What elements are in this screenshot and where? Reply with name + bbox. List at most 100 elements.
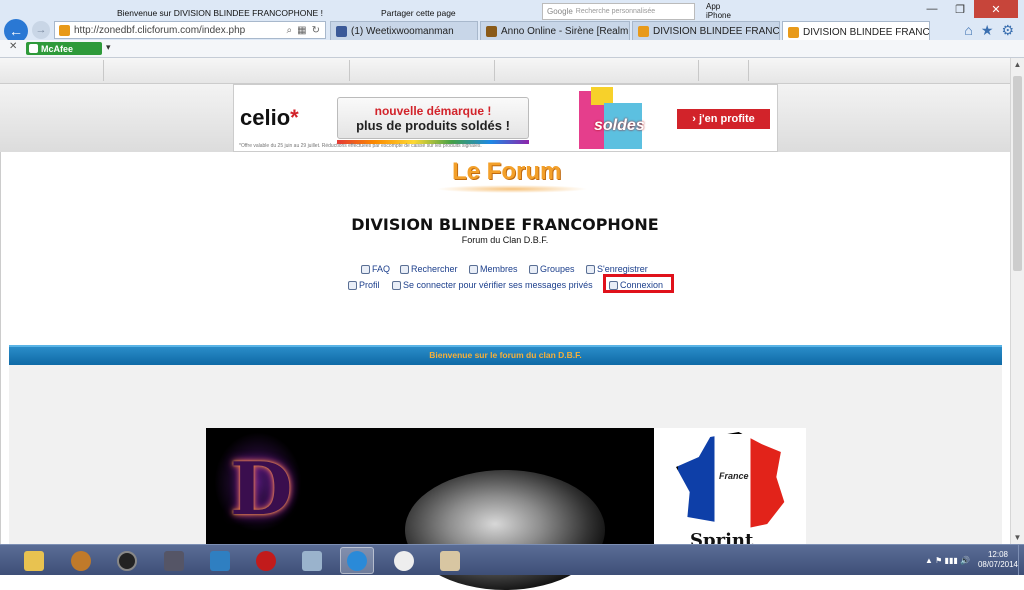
profile-icon bbox=[348, 280, 357, 290]
tab-forum-1[interactable]: DIVISION BLINDEE FRANCOPH... bbox=[632, 21, 780, 40]
share-page-link[interactable]: Partager cette page bbox=[381, 8, 456, 18]
profile-label: Profil bbox=[359, 280, 380, 290]
tray-icons[interactable]: ▲ ⚑ ▮▮▮ 🔊 bbox=[925, 556, 970, 565]
divider bbox=[349, 60, 350, 81]
store-app-icon[interactable] bbox=[203, 547, 237, 574]
internet-explorer-icon[interactable] bbox=[340, 547, 374, 574]
ad-fineprint: *Offre valable du 25 juin au 29 juillet.… bbox=[239, 143, 482, 149]
speaker-app-icon[interactable] bbox=[110, 547, 144, 574]
scrollbar-thumb[interactable] bbox=[1013, 76, 1022, 271]
facebook-icon bbox=[336, 25, 347, 37]
tab-label: (1) Weetixwoomanman bbox=[351, 25, 454, 37]
register-icon bbox=[586, 264, 595, 274]
paint-icon[interactable] bbox=[433, 547, 467, 574]
forum-icon bbox=[638, 25, 649, 37]
refresh-icon[interactable]: ↻ bbox=[312, 25, 320, 36]
clock-time: 12:08 bbox=[987, 550, 1008, 559]
address-text[interactable]: http://zonedbf.clicforum.com/index.php bbox=[74, 25, 245, 36]
divider bbox=[103, 60, 104, 81]
home-icon[interactable]: ⌂ bbox=[964, 22, 972, 39]
ad-headline-2: plus de produits soldés ! bbox=[356, 118, 510, 133]
power-app-icon[interactable] bbox=[249, 547, 283, 574]
category-header-bar: Bienvenue sur le forum du clan D.B.F. bbox=[9, 345, 1002, 365]
clock[interactable]: 12:08 08/07/2014 bbox=[978, 550, 1018, 570]
groups-icon bbox=[529, 264, 538, 274]
brand-star: * bbox=[290, 105, 299, 130]
close-toolbar-icon[interactable]: ✕ bbox=[9, 41, 17, 52]
site-title: DIVISION BLINDEE FRANCOPHONE bbox=[351, 215, 659, 234]
minimize-button[interactable]: — bbox=[918, 0, 946, 18]
compat-view-icon[interactable]: ▦ bbox=[297, 25, 306, 36]
groups-link[interactable]: Groupes bbox=[529, 264, 575, 274]
windows-taskbar: ▲ ⚑ ▮▮▮ 🔊 12:08 08/07/2014 bbox=[0, 544, 1024, 575]
register-label: S'enregistrer bbox=[597, 264, 648, 274]
tools-gear-icon[interactable]: ⚙ bbox=[1001, 22, 1014, 39]
forum-top-bar bbox=[0, 58, 1024, 84]
tab-forum-active[interactable]: DIVISION BLINDEE FRANCO... ✕ bbox=[782, 21, 930, 42]
favorites-star-icon[interactable]: ★ bbox=[981, 22, 994, 39]
celio-logo: celio* bbox=[240, 105, 299, 131]
anno-icon bbox=[486, 25, 497, 37]
divider bbox=[748, 60, 749, 81]
site-favicon-icon bbox=[59, 24, 70, 36]
media-app-icon[interactable] bbox=[157, 547, 191, 574]
faq-label: FAQ bbox=[372, 264, 391, 274]
tab-label: DIVISION BLINDEE FRANCOPH... bbox=[653, 25, 780, 37]
close-window-button[interactable]: ✕ bbox=[974, 0, 1018, 18]
mcafee-label: McAfee bbox=[41, 43, 74, 54]
register-link[interactable]: S'enregistrer bbox=[586, 264, 648, 274]
mcafee-toolbar: ✕ McAfee ▾ bbox=[0, 40, 1024, 58]
tab-anno-online[interactable]: Anno Online - Sirène [Realm 1] bbox=[480, 21, 630, 40]
search-icon[interactable]: ⌕ bbox=[287, 25, 293, 36]
photos-icon[interactable] bbox=[295, 547, 329, 574]
search-link[interactable]: Rechercher bbox=[400, 264, 458, 274]
ad-headline-box: nouvelle démarque ! plus de produits sol… bbox=[337, 97, 529, 139]
google-search-input[interactable]: Google Recherche personnalisée bbox=[542, 3, 695, 20]
mcafee-button[interactable]: McAfee bbox=[26, 42, 102, 55]
welcome-text: Bienvenue sur DIVISION BLINDEE FRANCOPHO… bbox=[117, 8, 323, 18]
forward-button[interactable]: → bbox=[32, 21, 50, 39]
messages-icon bbox=[392, 280, 401, 290]
groups-label: Groupes bbox=[540, 264, 575, 274]
celio-ad-banner[interactable]: celio* nouvelle démarque ! plus de produ… bbox=[233, 84, 778, 152]
restore-button[interactable]: ❐ bbox=[946, 0, 974, 18]
profile-link[interactable]: Profil bbox=[348, 280, 380, 290]
iphone-app-link[interactable]: App iPhone bbox=[706, 2, 731, 20]
app-label-line2: iPhone bbox=[706, 11, 731, 20]
private-messages-label: Se connecter pour vérifier ses messages … bbox=[403, 280, 593, 290]
clock-date: 08/07/2014 bbox=[977, 560, 1018, 569]
address-controls: ⌕ ▦ ↻ bbox=[287, 25, 325, 36]
address-bar[interactable]: http://zonedbf.clicforum.com/index.php ⌕… bbox=[54, 21, 326, 39]
search-label: Rechercher bbox=[411, 264, 458, 274]
google-logo: Google bbox=[547, 7, 573, 16]
faq-link[interactable]: FAQ bbox=[361, 264, 390, 274]
chevron-down-icon[interactable]: ▾ bbox=[106, 42, 111, 53]
banner-letter: D bbox=[230, 446, 293, 531]
ad-cta-button[interactable]: › j'en profite bbox=[677, 109, 770, 129]
show-desktop-button[interactable] bbox=[1018, 545, 1024, 575]
system-tray: ▲ ⚑ ▮▮▮ 🔊 12:08 08/07/2014 bbox=[925, 545, 1018, 575]
mcafee-shield-icon bbox=[29, 44, 38, 53]
window-controls: — ❐ ✕ bbox=[918, 0, 1018, 18]
file-explorer-icon[interactable] bbox=[17, 547, 51, 574]
app-icon[interactable] bbox=[64, 547, 98, 574]
tab-label: DIVISION BLINDEE FRANCO... bbox=[803, 26, 930, 38]
divider bbox=[494, 60, 495, 81]
scroll-up-icon[interactable]: ▲ bbox=[1011, 58, 1024, 71]
private-messages-link[interactable]: Se connecter pour vérifier ses messages … bbox=[392, 280, 593, 290]
vertical-scrollbar[interactable]: ▲ ▼ bbox=[1010, 58, 1024, 544]
forum-logo[interactable]: Le Forum bbox=[452, 158, 561, 186]
members-link[interactable]: Membres bbox=[469, 264, 518, 274]
search-placeholder: Recherche personnalisée bbox=[575, 8, 656, 15]
steam-icon[interactable] bbox=[387, 547, 421, 574]
soldes-text: soldes bbox=[594, 117, 645, 134]
tab-label: Anno Online - Sirène [Realm 1] bbox=[501, 25, 630, 37]
scroll-down-icon[interactable]: ▼ bbox=[1011, 531, 1024, 544]
divider bbox=[698, 60, 699, 81]
logo-glow bbox=[436, 185, 588, 193]
search-icon bbox=[400, 264, 409, 274]
login-highlight-box bbox=[603, 274, 674, 293]
map-label: France bbox=[719, 471, 749, 481]
browser-toolbar-icons: ⌂ ★ ⚙ bbox=[964, 22, 1014, 39]
tab-facebook[interactable]: (1) Weetixwoomanman bbox=[330, 21, 478, 40]
